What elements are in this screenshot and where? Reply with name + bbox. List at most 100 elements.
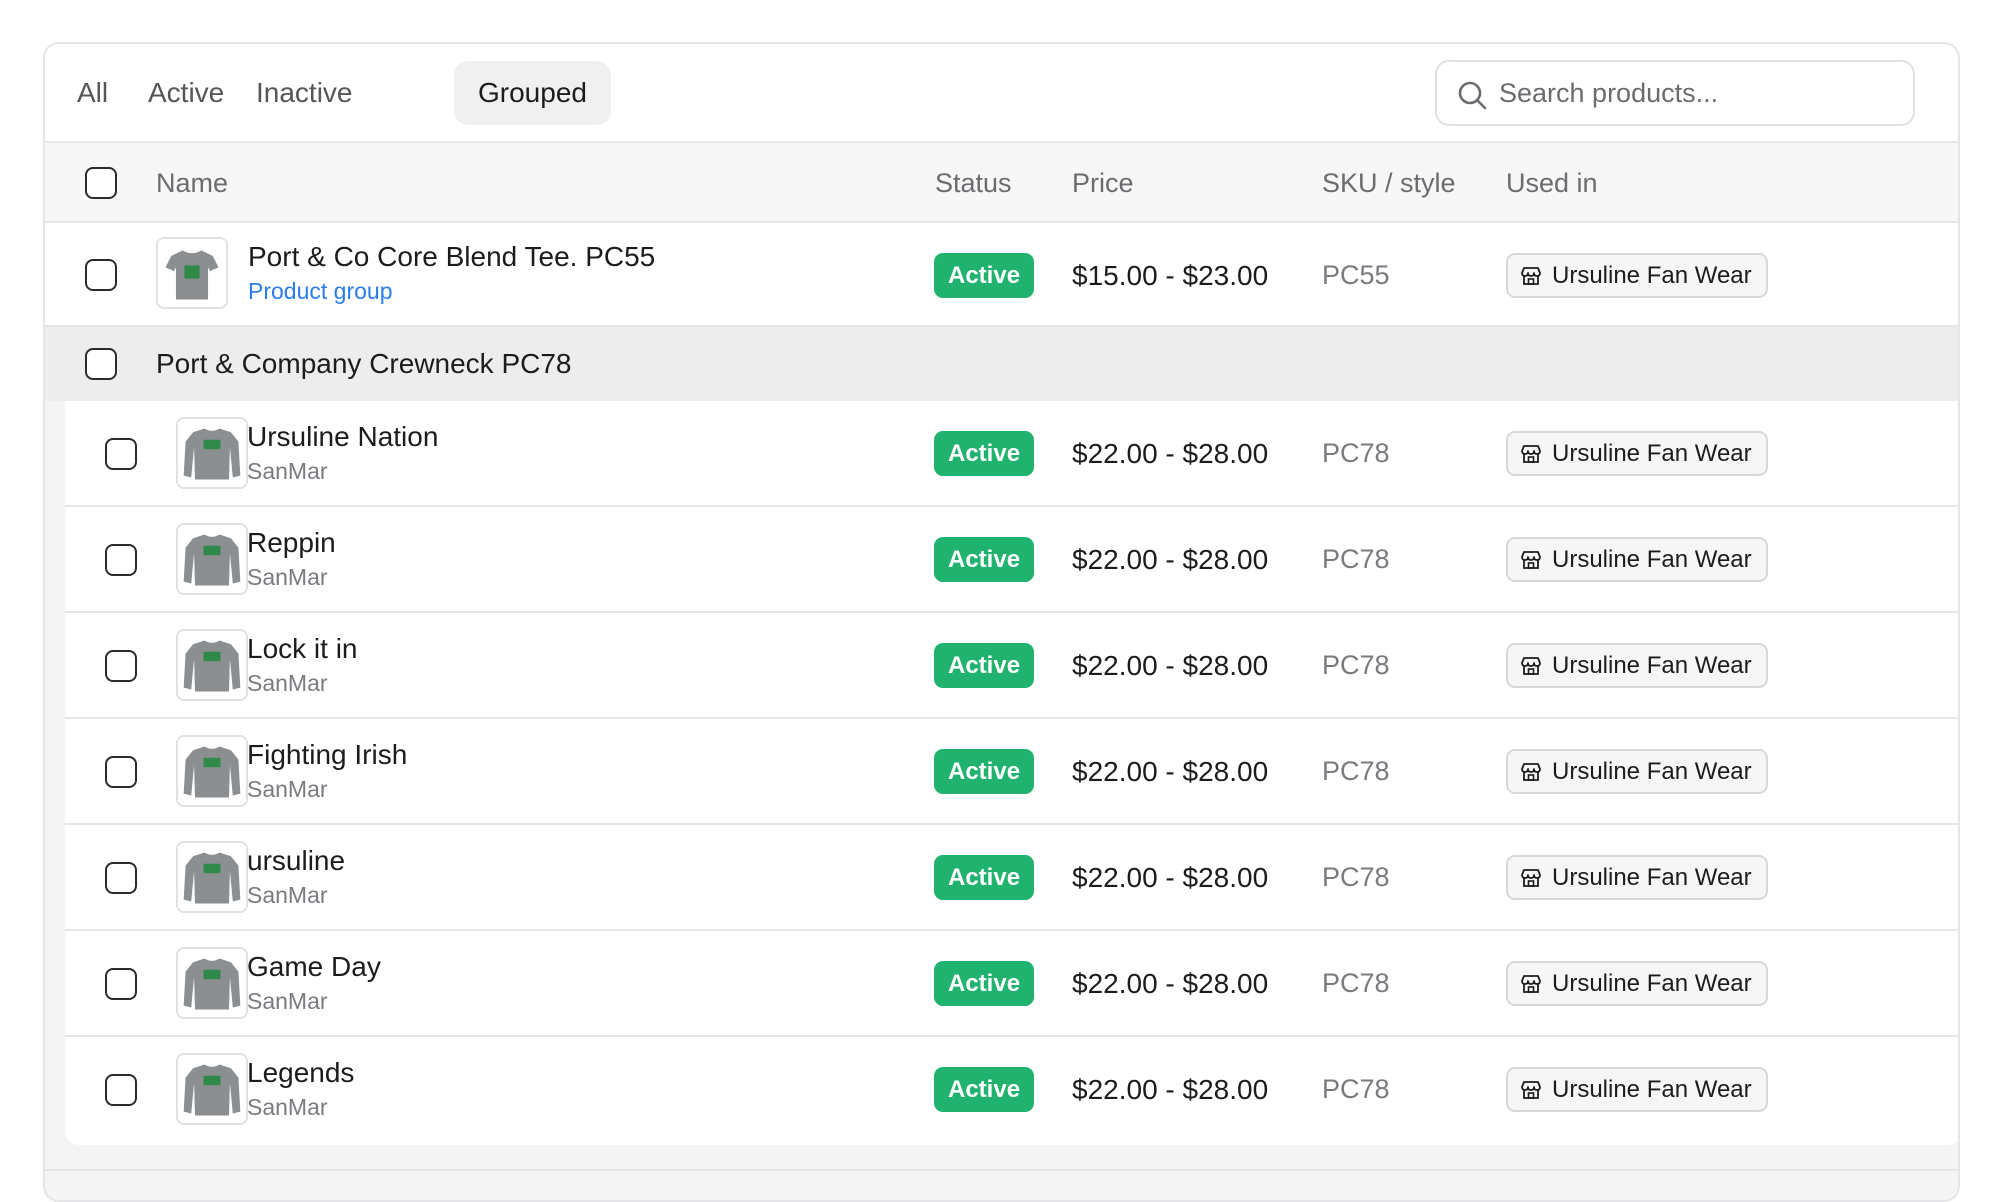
- table-row[interactable]: Lock it in SanMar Active $22.00 - $28.00…: [65, 613, 1958, 719]
- used-in-label: Ursuline Fan Wear: [1552, 652, 1752, 679]
- search-input[interactable]: [1499, 70, 1899, 116]
- price-range: $22.00 - $28.00: [1072, 756, 1269, 787]
- store-icon: [1521, 445, 1541, 463]
- product-name[interactable]: Legends: [247, 1057, 354, 1089]
- sweatshirt-thumbnail: [176, 1053, 248, 1125]
- used-in-chip[interactable]: Ursuline Fan Wear: [1506, 749, 1768, 794]
- used-in-chip[interactable]: Ursuline Fan Wear: [1506, 643, 1768, 688]
- table-row[interactable]: Fighting Irish SanMar Active $22.00 - $2…: [65, 719, 1958, 825]
- column-status-header: Status: [935, 168, 1012, 198]
- status-badge: Active: [934, 537, 1035, 582]
- row-checkbox[interactable]: [85, 259, 117, 291]
- used-in-label: Ursuline Fan Wear: [1552, 758, 1752, 785]
- sweatshirt-thumbnail: [176, 947, 248, 1019]
- used-in-label: Ursuline Fan Wear: [1552, 1076, 1752, 1103]
- vendor-name: SanMar: [247, 670, 328, 696]
- tab-inactive[interactable]: Inactive: [232, 61, 377, 125]
- table-row[interactable]: Port & Co Core Blend Tee. PC55 Product g…: [45, 223, 1958, 327]
- vendor-name: SanMar: [247, 1094, 328, 1120]
- tab-all[interactable]: All: [53, 61, 132, 125]
- sweatshirt-thumbnail: [176, 417, 248, 489]
- product-group-link[interactable]: Product group: [248, 278, 392, 305]
- table-row[interactable]: Game Day SanMar Active $22.00 - $28.00 P…: [65, 931, 1958, 1037]
- table-row[interactable]: Reppin SanMar Active $22.00 - $28.00 PC7…: [65, 507, 1958, 613]
- column-name-header: Name: [156, 168, 229, 198]
- status-badge: Active: [934, 749, 1035, 794]
- product-name[interactable]: Fighting Irish: [247, 739, 407, 771]
- vendor-name: SanMar: [247, 988, 328, 1014]
- tshirt-thumbnail: [156, 237, 228, 309]
- tab-grouped[interactable]: Grouped: [454, 61, 611, 125]
- next-group-header: [45, 1169, 1958, 1200]
- status-badge: Active: [934, 855, 1035, 900]
- product-name[interactable]: Game Day: [247, 951, 381, 983]
- search-icon: [1458, 81, 1487, 110]
- used-in-label: Ursuline Fan Wear: [1552, 262, 1752, 289]
- table-row[interactable]: Ursuline Nation SanMar Active $22.00 - $…: [65, 401, 1958, 507]
- row-checkbox[interactable]: [105, 756, 137, 788]
- product-name[interactable]: Lock it in: [247, 633, 358, 665]
- price-range: $22.00 - $28.00: [1072, 544, 1269, 575]
- price-range: $22.00 - $28.00: [1072, 438, 1269, 469]
- store-icon: [1521, 975, 1541, 993]
- tab-active[interactable]: Active: [124, 61, 248, 125]
- used-in-chip[interactable]: Ursuline Fan Wear: [1506, 537, 1768, 582]
- sweatshirt-thumbnail: [176, 735, 248, 807]
- row-checkbox[interactable]: [105, 438, 137, 470]
- store-icon: [1521, 551, 1541, 569]
- row-checkbox[interactable]: [105, 862, 137, 894]
- table-header: Name Status Price SKU / style Used in: [45, 143, 1958, 223]
- sku-value: PC78: [1322, 1074, 1390, 1104]
- store-icon: [1521, 657, 1541, 675]
- table-row[interactable]: ursuline SanMar Active $22.00 - $28.00 P…: [65, 825, 1958, 931]
- sku-value: PC78: [1322, 862, 1390, 892]
- table-row[interactable]: Legends SanMar Active $22.00 - $28.00 PC…: [65, 1037, 1958, 1143]
- price-range: $22.00 - $28.00: [1072, 862, 1269, 893]
- status-badge: Active: [934, 431, 1035, 476]
- product-name[interactable]: Ursuline Nation: [247, 421, 438, 453]
- used-in-chip[interactable]: Ursuline Fan Wear: [1506, 431, 1768, 476]
- select-all-checkbox[interactable]: [85, 167, 117, 199]
- sku-value: PC78: [1322, 544, 1390, 574]
- sweatshirt-thumbnail: [176, 523, 248, 595]
- store-icon: [1521, 267, 1541, 285]
- used-in-label: Ursuline Fan Wear: [1552, 970, 1752, 997]
- sku-value: PC78: [1322, 968, 1390, 998]
- row-checkbox[interactable]: [105, 1074, 137, 1106]
- status-badge: Active: [934, 643, 1035, 688]
- used-in-chip[interactable]: Ursuline Fan Wear: [1506, 253, 1768, 298]
- sweatshirt-thumbnail: [176, 629, 248, 701]
- used-in-label: Ursuline Fan Wear: [1552, 440, 1752, 467]
- row-checkbox[interactable]: [105, 968, 137, 1000]
- sku-value: PC78: [1322, 650, 1390, 680]
- group-checkbox[interactable]: [85, 348, 117, 380]
- group-title: Port & Company Crewneck PC78: [156, 348, 572, 379]
- store-icon: [1521, 1081, 1541, 1099]
- vendor-name: SanMar: [247, 458, 328, 484]
- column-price-header: Price: [1072, 168, 1134, 198]
- sku-value: PC78: [1322, 756, 1390, 786]
- row-checkbox[interactable]: [105, 544, 137, 576]
- column-used-in-header: Used in: [1506, 168, 1598, 198]
- products-card: All Active Inactive Grouped Name Status …: [43, 42, 1960, 1202]
- product-name[interactable]: Reppin: [247, 527, 336, 559]
- used-in-label: Ursuline Fan Wear: [1552, 546, 1752, 573]
- store-icon: [1521, 869, 1541, 887]
- row-checkbox[interactable]: [105, 650, 137, 682]
- sku-value: PC78: [1322, 438, 1390, 468]
- product-name[interactable]: Port & Co Core Blend Tee. PC55: [248, 241, 655, 273]
- group-header[interactable]: Port & Company Crewneck PC78: [45, 327, 1958, 401]
- product-name[interactable]: ursuline: [247, 845, 345, 877]
- sweatshirt-thumbnail: [176, 841, 248, 913]
- vendor-name: SanMar: [247, 776, 328, 802]
- vendor-name: SanMar: [247, 882, 328, 908]
- used-in-chip[interactable]: Ursuline Fan Wear: [1506, 855, 1768, 900]
- store-icon: [1521, 763, 1541, 781]
- search-box[interactable]: [1435, 60, 1915, 126]
- price-range: $22.00 - $28.00: [1072, 968, 1269, 999]
- used-in-chip[interactable]: Ursuline Fan Wear: [1506, 1067, 1768, 1112]
- toolbar: All Active Inactive Grouped: [45, 44, 1958, 143]
- status-badge: Active: [934, 1067, 1035, 1112]
- price-range: $22.00 - $28.00: [1072, 650, 1269, 681]
- used-in-chip[interactable]: Ursuline Fan Wear: [1506, 961, 1768, 1006]
